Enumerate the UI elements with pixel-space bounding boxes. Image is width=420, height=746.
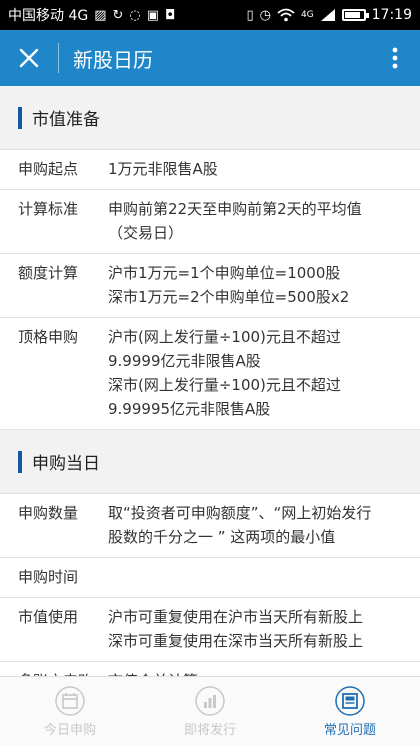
status-left: 中国移动 4G ▨ ↻ ◌ ▣ ◘ — [8, 5, 175, 25]
row-value-line: 取“投资者可申购额度”、“网上初始发行 — [108, 504, 372, 522]
row-value: 申购前第22天至申购前第2天的平均值 （交易日） — [108, 197, 420, 245]
tab-label: 今日申购 — [43, 722, 96, 738]
close-icon — [19, 48, 39, 68]
calendar-icon — [55, 685, 85, 716]
row-value: 市值合并计算 — [108, 669, 420, 676]
alarm-icon: ◷ — [259, 7, 271, 23]
signal-icon — [320, 9, 335, 21]
section-title: 市值准备 — [32, 110, 100, 130]
tab-faq[interactable]: 常见问题 — [280, 677, 420, 746]
faq-content[interactable]: 市值准备申购起点 1万元非限售A股计算标准 申购前第22天至申购前第2天的平均值 （交… — [0, 86, 420, 676]
status-right: ▯ ◷ 4G 17:19 — [246, 7, 412, 23]
row-value-line: 9.9999亿元非限售A股 — [108, 352, 261, 370]
row-value-line: 市值合并计算 — [108, 669, 414, 676]
list-item: 申购起点 1万元非限售A股 — [0, 150, 420, 190]
row-value-line: 9.99995亿元非限售A股 — [108, 400, 271, 418]
section-accent-bar — [18, 450, 22, 473]
row-value-line: 申购前第22天至申购前第2天的平均值 — [108, 200, 362, 218]
sync-icon: ↻ — [112, 7, 124, 23]
row-value-line: 股数的千分之一 ” 这两项的最小值 — [108, 528, 336, 546]
more-vert-icon — [392, 47, 398, 69]
row-label: 计算标准 — [18, 200, 79, 218]
row-value-line: （交易日） — [108, 224, 184, 242]
list-item: 顶格申购 沪市(网上发行量÷100)元且不超过 9.9999亿元非限售A股深市(网上… — [0, 318, 420, 430]
row-value: 沪市(网上发行量÷100)元且不超过 9.9999亿元非限售A股深市(网上发行量÷… — [108, 325, 420, 421]
gallery-icon: ▣ — [146, 7, 160, 23]
row-value: 沪市可重复使用在沪市当天所有新股上 深市可重复使用在深市当天所有新股上 — [108, 605, 420, 653]
row-value-line: 深市可重复使用在深市当天所有新股上 — [108, 632, 364, 650]
row-label: 额度计算 — [18, 264, 79, 282]
list-item: 多账户申购市值合并计算 — [0, 662, 420, 676]
tab-today-subscription[interactable]: 今日申购 — [0, 677, 140, 746]
vibrate-icon: ▯ — [246, 7, 254, 23]
list-item: 市值使用 沪市可重复使用在沪市当天所有新股上 深市可重复使用在深市当天所有新股上 — [0, 598, 420, 662]
faq-icon — [335, 685, 365, 716]
row-label: 顶格申购 — [18, 328, 79, 346]
tab-upcoming-ipo[interactable]: 即将发行 — [140, 677, 280, 746]
clock-label: 17:19 — [371, 7, 412, 23]
bottom-tab-bar: 今日申购 即将发行 常见问题 — [0, 676, 420, 746]
close-button[interactable] — [0, 30, 58, 86]
row-value: 沪市1万元=1个申购单位=1000股 深市1万元=2个申购单位=500股x2 — [108, 261, 420, 309]
network-type-label: 4G — [300, 9, 314, 20]
row-label: 申购数量 — [18, 504, 79, 522]
section-header: 申购当日 — [0, 430, 420, 494]
page-title: 新股日历 — [73, 47, 153, 72]
row-value-line: 沪市(网上发行量÷100)元且不超过 — [108, 328, 341, 346]
chart-icon — [195, 685, 225, 716]
tab-label: 常见问题 — [323, 722, 376, 738]
battery-icon — [341, 9, 369, 21]
row-label: 市值使用 — [18, 608, 79, 626]
section-header: 市值准备 — [0, 86, 420, 150]
row-value-line: 沪市1万元=1个申购单位=1000股 — [108, 264, 341, 282]
row-value-line: 沪市可重复使用在沪市当天所有新股上 — [108, 608, 364, 626]
list-item: 申购数量 取“投资者可申购额度”、“网上初始发行 股数的千分之一 ” 这两项的最小值 — [0, 494, 420, 558]
row-label: 多账户申购 — [0, 669, 108, 676]
carrier-label: 中国移动 4G — [8, 8, 89, 24]
section-accent-bar — [18, 106, 22, 129]
loop-icon: ◌ — [129, 7, 141, 23]
image-icon: ▨ — [94, 7, 107, 23]
status-bar: 中国移动 4G ▨ ↻ ◌ ▣ ◘ ▯ ◷ 4G 17:19 — [0, 0, 420, 30]
list-item: 申购时间 — [0, 558, 420, 598]
row-value — [108, 565, 420, 589]
row-value-line: 深市(网上发行量÷100)元且不超过 — [108, 376, 341, 394]
wifi-icon — [277, 8, 295, 22]
list-item: 计算标准 申购前第22天至申购前第2天的平均值 （交易日） — [0, 190, 420, 254]
row-label: 申购时间 — [18, 568, 79, 586]
section-title: 申购当日 — [32, 454, 100, 474]
row-value-line: 深市1万元=2个申购单位=500股x2 — [108, 288, 350, 306]
row-value-line: 1万元非限售A股 — [108, 160, 218, 178]
more-menu-button[interactable] — [370, 30, 420, 86]
row-value: 1万元非限售A股 — [108, 157, 420, 181]
row-label: 申购起点 — [18, 160, 79, 178]
bag-icon: ◘ — [165, 7, 176, 23]
list-item: 额度计算 沪市1万元=1个申购单位=1000股 深市1万元=2个申购单位=500股x… — [0, 254, 420, 318]
tab-label: 即将发行 — [183, 722, 236, 738]
row-value: 取“投资者可申购额度”、“网上初始发行 股数的千分之一 ” 这两项的最小值 — [108, 501, 420, 549]
app-toolbar: 新股日历 — [0, 30, 420, 86]
